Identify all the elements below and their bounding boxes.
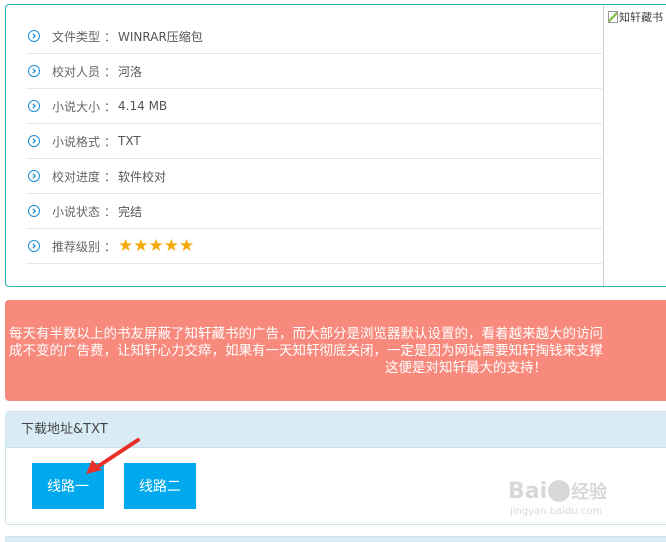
logo-text-right: 经验 (571, 482, 608, 503)
cover-alt-text: 知轩藏书 (619, 11, 663, 24)
info-separator: ： (104, 204, 117, 219)
ad-block-notice: 每天有半数以上的书友屏蔽了知轩藏书的广告，而大部分是浏览器默认设置的，看着越来越… (5, 300, 666, 401)
info-separator: ： (104, 239, 117, 254)
info-value: WINRAR压缩包 (118, 29, 203, 44)
page: 文件类型 ： WINRAR压缩包 校对人员 ： 河洛 小说大小 ： 4.14 M… (0, 0, 666, 542)
book-cover[interactable]: 知轩藏书 (603, 5, 666, 286)
chevron-circle-right-icon (28, 170, 40, 182)
notice-line: 成不变的广告费，让知轩心力交瘁，如果有一天知轩彻底关闭，一定是因为网站需要知轩掏… (9, 343, 603, 359)
info-row-proofreader: 校对人员 ： 河洛 (26, 54, 602, 89)
broken-image: 知轩藏书 (608, 9, 663, 25)
star-rating-icon: ★★★★★ (118, 235, 195, 256)
book-info-panel: 文件类型 ： WINRAR压缩包 校对人员 ： 河洛 小说大小 ： 4.14 M… (5, 4, 666, 287)
info-row-rating: 推荐级别 ： ★★★★★ (26, 229, 602, 264)
info-value: 河洛 (118, 64, 143, 79)
info-separator: ： (104, 134, 117, 149)
info-separator: ： (104, 99, 117, 114)
info-label: 校对人员 (52, 64, 101, 79)
next-section-header (5, 536, 666, 542)
book-info-list: 文件类型 ： WINRAR压缩包 校对人员 ： 河洛 小说大小 ： 4.14 M… (26, 19, 602, 264)
paw-icon (548, 480, 571, 502)
info-label: 小说状态 (52, 204, 101, 219)
annotation-arrow-icon (86, 438, 140, 474)
info-row-status: 小说状态 ： 完结 (26, 194, 602, 229)
chevron-circle-right-icon (28, 65, 40, 77)
info-label: 小说大小 (52, 99, 101, 114)
logo-text-left: Bai (508, 478, 548, 504)
broken-image-icon (608, 11, 618, 23)
info-row-progress: 校对进度 ： 软件校对 (26, 159, 602, 194)
baidu-jingyan-logo: Bai 经验 (508, 478, 607, 504)
info-value: TXT (118, 134, 141, 148)
info-label: 校对进度 (52, 169, 101, 184)
notice-line: 每天有半数以上的书友屏蔽了知轩藏书的广告，而大部分是浏览器默认设置的，看着越来越… (9, 326, 603, 342)
info-separator: ： (104, 29, 117, 44)
info-label: 文件类型 (52, 29, 101, 44)
info-value: 完结 (118, 204, 143, 219)
info-label: 推荐级别 (52, 239, 101, 254)
info-row-format: 小说格式 ： TXT (26, 124, 602, 159)
info-value: 4.14 MB (118, 99, 168, 113)
chevron-circle-right-icon (28, 205, 40, 217)
info-separator: ： (104, 64, 117, 79)
notice-line: 这便是对知轩最大的支持！ (385, 360, 547, 376)
chevron-circle-right-icon (28, 30, 40, 42)
watermark-url: jingyan.baidu.com (510, 506, 603, 517)
chevron-circle-right-icon (28, 240, 40, 252)
info-row-size: 小说大小 ： 4.14 MB (26, 89, 602, 124)
info-label: 小说格式 (52, 134, 101, 149)
chevron-circle-right-icon (28, 100, 40, 112)
info-separator: ： (104, 169, 117, 184)
chevron-circle-right-icon (28, 135, 40, 147)
info-row-file-type: 文件类型 ： WINRAR压缩包 (26, 19, 602, 54)
info-value: 软件校对 (118, 169, 167, 184)
watermark: Bai 经验 jingyan.baidu.com (508, 478, 607, 518)
